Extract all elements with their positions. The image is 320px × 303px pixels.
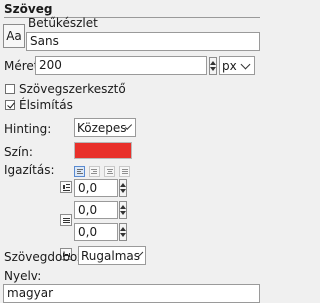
font-input[interactable]: Sans [26, 32, 260, 51]
chevron-down-icon [240, 59, 251, 69]
size-input[interactable]: 200 [35, 56, 207, 75]
antialias-checkbox-row[interactable]: Élsimítás [5, 98, 205, 112]
hinting-select[interactable]: Közepes [74, 118, 136, 137]
indent-input[interactable]: 0,0 [74, 179, 118, 197]
unit-select-value: px [222, 58, 237, 73]
justify-label: Igazítás: [4, 163, 55, 177]
checkmark-icon [6, 100, 15, 109]
spin-up-icon[interactable] [210, 61, 216, 65]
hinting-label: Hinting: [4, 122, 52, 136]
line-spacing-input[interactable]: 0,0 [74, 201, 118, 219]
indent-spinner[interactable] [119, 179, 127, 197]
antialias-checkbox-label: Élsimítás [19, 98, 73, 112]
align-fill-button[interactable] [119, 166, 130, 177]
editor-checkbox-label: Szövegszerkesztő [19, 82, 126, 96]
unit-select[interactable]: px [219, 56, 255, 75]
indent-icon [60, 181, 72, 193]
align-left-button[interactable] [74, 166, 85, 177]
line-spacing-icon [60, 214, 72, 226]
color-label: Szín: [4, 145, 33, 159]
justify-buttons [74, 166, 130, 177]
letter-spacing-spinner[interactable] [119, 223, 127, 241]
spin-up-icon[interactable] [120, 183, 126, 187]
panel-title: Szöveg [4, 2, 53, 16]
letter-spacing-input[interactable]: 0,0 [74, 223, 118, 241]
color-swatch-button[interactable] [74, 142, 132, 159]
align-center-button[interactable] [104, 166, 115, 177]
spin-down-icon[interactable] [210, 67, 216, 71]
box-label: Szövegdoboz: [4, 250, 88, 264]
spin-down-icon[interactable] [120, 233, 126, 237]
size-spinner[interactable] [209, 57, 217, 75]
box-select-value: Rugalmas [81, 248, 141, 263]
editor-checkbox-row[interactable]: Szövegszerkesztő [5, 82, 205, 96]
box-select[interactable]: Rugalmas [78, 246, 146, 265]
language-label: Nyelv: [4, 269, 42, 283]
font-label: Betűkészlet [28, 16, 98, 30]
hinting-select-value: Közepes [77, 120, 127, 135]
line-spacing-spinner[interactable] [119, 201, 127, 219]
language-input[interactable]: magyar [3, 284, 260, 303]
antialias-checkbox[interactable] [5, 100, 15, 110]
spin-up-icon[interactable] [120, 227, 126, 231]
spin-down-icon[interactable] [120, 211, 126, 215]
editor-checkbox[interactable] [5, 84, 15, 94]
align-right-button[interactable] [89, 166, 100, 177]
spin-up-icon[interactable] [120, 205, 126, 209]
font-button[interactable]: Aa [3, 24, 25, 48]
spin-down-icon[interactable] [120, 189, 126, 193]
